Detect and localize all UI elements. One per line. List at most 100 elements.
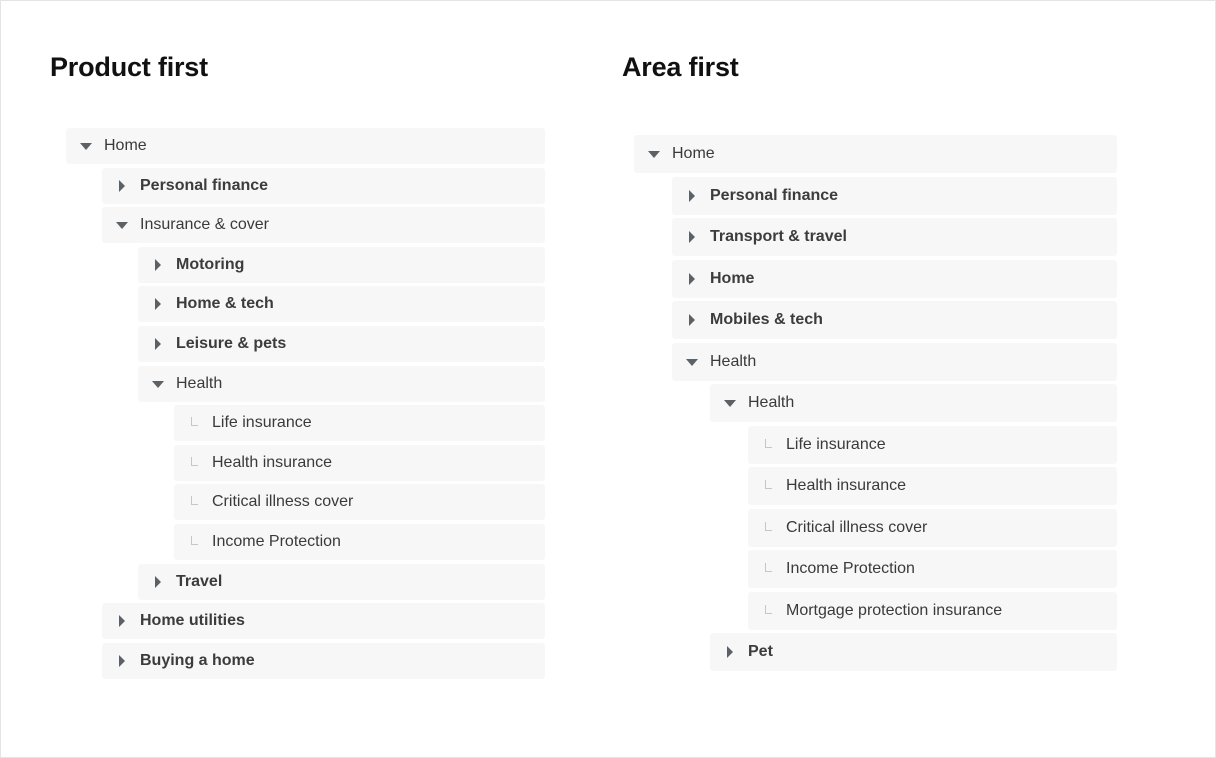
tree-row-label: Health bbox=[748, 394, 795, 411]
leaf-connector-icon bbox=[186, 495, 202, 505]
tree-row[interactable]: Insurance & cover bbox=[102, 207, 545, 243]
tree-row-label: Insurance & cover bbox=[140, 216, 269, 233]
tree-row[interactable]: Health insurance bbox=[174, 445, 545, 481]
leaf-connector-icon-shape bbox=[764, 604, 772, 614]
leaf-connector-icon bbox=[760, 479, 776, 489]
tree-row[interactable]: Motoring bbox=[138, 247, 545, 283]
leaf-connector-icon bbox=[760, 521, 776, 531]
tree-row-label: Home bbox=[672, 145, 715, 162]
tree-row[interactable]: Income Protection bbox=[748, 550, 1117, 588]
leaf-connector-icon bbox=[760, 604, 776, 614]
caret-right-icon-shape bbox=[689, 190, 695, 202]
tree-row-label: Travel bbox=[176, 573, 223, 590]
leaf-connector-icon-shape bbox=[764, 562, 772, 572]
tree-row-label: Health insurance bbox=[786, 477, 907, 494]
tree-row-label: Personal finance bbox=[710, 187, 839, 204]
caret-right-icon[interactable] bbox=[150, 298, 166, 310]
tree-row[interactable]: Pet bbox=[710, 633, 1117, 671]
leaf-connector-icon bbox=[760, 438, 776, 448]
caret-down-icon[interactable] bbox=[684, 358, 700, 366]
panel-title-product-first: Product first bbox=[50, 52, 208, 82]
tree-row[interactable]: Mobiles & tech bbox=[672, 301, 1117, 339]
tree-row[interactable]: Home utilities bbox=[102, 603, 545, 639]
tree-row-label: Health insurance bbox=[212, 454, 333, 471]
caret-right-icon[interactable] bbox=[114, 655, 130, 667]
caret-down-icon-shape bbox=[648, 150, 660, 158]
caret-down-icon[interactable] bbox=[78, 142, 94, 150]
tree-row[interactable]: Life insurance bbox=[174, 405, 545, 441]
caret-right-icon-shape bbox=[119, 180, 125, 192]
tree-row-label: Life insurance bbox=[786, 436, 886, 453]
caret-right-icon-shape bbox=[689, 314, 695, 326]
tree-row[interactable]: Personal finance bbox=[672, 177, 1117, 215]
tree-row[interactable]: Home bbox=[634, 135, 1117, 173]
tree-row-label: Home bbox=[104, 137, 147, 154]
tree-row[interactable]: Health bbox=[138, 366, 545, 402]
tree-row[interactable]: Home bbox=[672, 260, 1117, 298]
caret-right-icon[interactable] bbox=[150, 576, 166, 588]
tree-row[interactable]: Income Protection bbox=[174, 524, 545, 560]
caret-right-icon-shape bbox=[155, 576, 161, 588]
leaf-connector-icon-shape bbox=[764, 479, 772, 489]
caret-down-icon[interactable] bbox=[722, 399, 738, 407]
tree-row[interactable]: Travel bbox=[138, 564, 545, 600]
caret-right-icon[interactable] bbox=[684, 231, 700, 243]
tree-row[interactable]: Health insurance bbox=[748, 467, 1117, 505]
caret-right-icon[interactable] bbox=[114, 615, 130, 627]
caret-right-icon-shape bbox=[155, 298, 161, 310]
leaf-connector-icon bbox=[186, 535, 202, 545]
caret-down-icon[interactable] bbox=[114, 221, 130, 229]
caret-down-icon-shape bbox=[686, 358, 698, 366]
caret-down-icon-shape bbox=[152, 380, 164, 388]
tree-row-label: Home & tech bbox=[176, 295, 274, 312]
tree-row-label: Critical illness cover bbox=[786, 519, 928, 536]
tree-row[interactable]: Health bbox=[710, 384, 1117, 422]
tree-row[interactable]: Home & tech bbox=[138, 286, 545, 322]
caret-right-icon[interactable] bbox=[150, 338, 166, 350]
tree-row[interactable]: Buying a home bbox=[102, 643, 545, 679]
panel-title-area-first: Area first bbox=[622, 52, 739, 82]
caret-down-icon[interactable] bbox=[150, 380, 166, 388]
tree-row-label: Leisure & pets bbox=[176, 335, 287, 352]
caret-down-icon-shape bbox=[116, 221, 128, 229]
caret-right-icon[interactable] bbox=[150, 259, 166, 271]
caret-right-icon[interactable] bbox=[114, 180, 130, 192]
tree-row[interactable]: Health bbox=[672, 343, 1117, 381]
leaf-connector-icon-shape bbox=[190, 416, 198, 426]
tree-row[interactable]: Leisure & pets bbox=[138, 326, 545, 362]
tree-row-label: Critical illness cover bbox=[212, 493, 354, 510]
caret-right-icon[interactable] bbox=[722, 646, 738, 658]
tree-row-label: Home utilities bbox=[140, 612, 245, 629]
tree-row[interactable]: Home bbox=[66, 128, 545, 164]
caret-right-icon[interactable] bbox=[684, 314, 700, 326]
tree-row-label: Home bbox=[710, 270, 755, 287]
tree-row-label: Mortgage protection insurance bbox=[786, 602, 1003, 619]
leaf-connector-icon-shape bbox=[764, 438, 772, 448]
caret-right-icon[interactable] bbox=[684, 190, 700, 202]
tree-row-label: Pet bbox=[748, 643, 773, 660]
tree-row-label: Buying a home bbox=[140, 652, 255, 669]
leaf-connector-icon-shape bbox=[764, 521, 772, 531]
tree-row[interactable]: Critical illness cover bbox=[748, 509, 1117, 547]
caret-right-icon-shape bbox=[119, 655, 125, 667]
tree-row[interactable]: Transport & travel bbox=[672, 218, 1117, 256]
tree-row-label: Personal finance bbox=[140, 177, 269, 194]
tree-row[interactable]: Life insurance bbox=[748, 426, 1117, 464]
caret-right-icon-shape bbox=[689, 231, 695, 243]
caret-down-icon[interactable] bbox=[646, 150, 662, 158]
leaf-connector-icon bbox=[760, 562, 776, 572]
caret-right-icon-shape bbox=[155, 259, 161, 271]
tree-row[interactable]: Critical illness cover bbox=[174, 484, 545, 520]
tree-row-label: Life insurance bbox=[212, 414, 312, 431]
tree-row-label: Income Protection bbox=[786, 560, 915, 577]
leaf-connector-icon bbox=[186, 456, 202, 466]
tree-row-label: Motoring bbox=[176, 256, 245, 273]
tree-row-label: Mobiles & tech bbox=[710, 311, 823, 328]
caret-right-icon[interactable] bbox=[684, 273, 700, 285]
tree-row[interactable]: Personal finance bbox=[102, 168, 545, 204]
leaf-connector-icon-shape bbox=[190, 535, 198, 545]
tree-row[interactable]: Mortgage protection insurance bbox=[748, 592, 1117, 630]
caret-right-icon-shape bbox=[727, 646, 733, 658]
tree-row-label: Income Protection bbox=[212, 533, 341, 550]
caret-right-icon-shape bbox=[689, 273, 695, 285]
